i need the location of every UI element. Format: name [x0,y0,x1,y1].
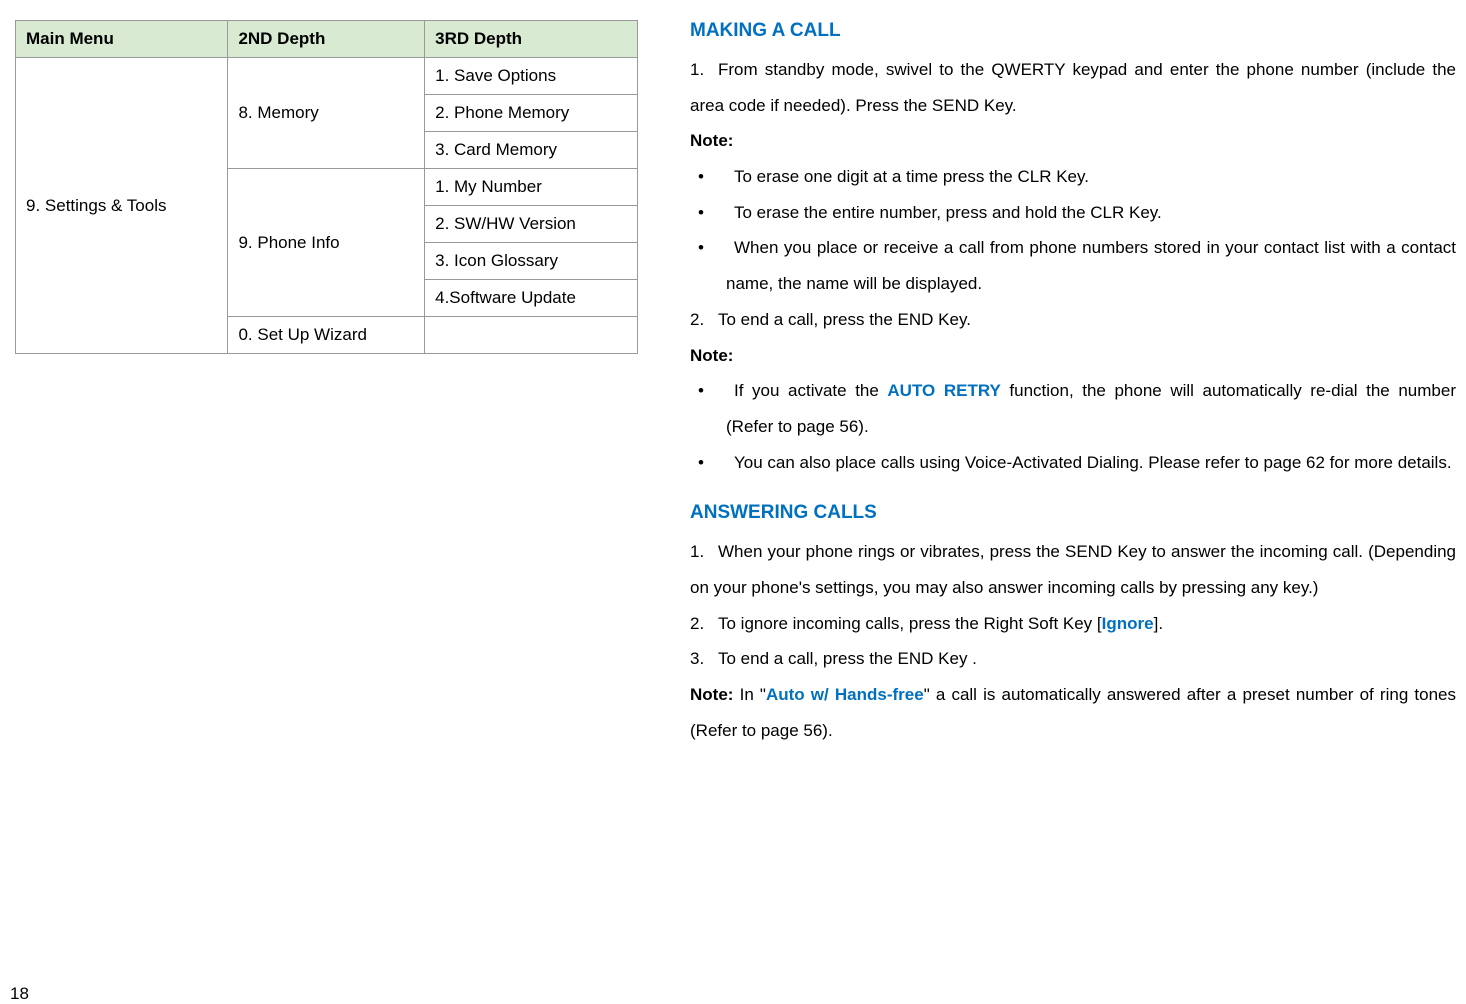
step-3: 3.To end a call, press the END Key . [690,641,1456,677]
cell-depth3 [425,317,638,354]
cell-depth2: 8. Memory [228,58,425,169]
note-label: Note: [690,338,1456,374]
step-text: To end a call, press the END Key. [718,310,971,329]
step-text: When your phone rings or vibrates, press… [690,542,1456,597]
heading-making-a-call: MAKING A CALL [690,20,1456,42]
th-main-menu: Main Menu [16,21,228,58]
step-2: 2.To ignore incoming calls, press the Ri… [690,606,1456,642]
table-row: 9. Settings & Tools 8. Memory 1. Save Op… [16,58,638,95]
table-header-row: Main Menu 2ND Depth 3RD Depth [16,21,638,58]
section-answering-calls: ANSWERING CALLS 1.When your phone rings … [690,502,1456,748]
step-text: To end a call, press the END Key . [718,649,977,668]
cell-depth3: 3. Card Memory [425,132,638,169]
left-column: Main Menu 2ND Depth 3RD Depth 9. Setting… [10,20,680,994]
step-text: To ignore incoming calls, press the Righ… [718,614,1163,633]
highlight-ignore: Ignore [1102,614,1154,633]
note-bullets-1: To erase one digit at a time press the C… [690,159,1456,302]
bullet-item: If you activate the AUTO RETRY function,… [690,373,1456,444]
step-1: 1.When your phone rings or vibrates, pre… [690,534,1456,605]
step-2: 2.To end a call, press the END Key. [690,302,1456,338]
step-number: 1. [690,534,718,570]
bullet-item: To erase one digit at a time press the C… [690,159,1456,195]
cell-depth3: 1. Save Options [425,58,638,95]
note-bullets-2: If you activate the AUTO RETRY function,… [690,373,1456,480]
menu-table: Main Menu 2ND Depth 3RD Depth 9. Setting… [15,20,638,354]
cell-depth3: 1. My Number [425,169,638,206]
cell-main-menu: 9. Settings & Tools [16,58,228,354]
note-paragraph: Note: In "Auto w/ Hands-free" a call is … [690,677,1456,748]
heading-answering-calls: ANSWERING CALLS [690,502,1456,524]
bullet-item: When you place or receive a call from ph… [690,230,1456,301]
step-number: 2. [690,606,718,642]
section-making-a-call: MAKING A CALL 1.From standby mode, swive… [690,20,1456,480]
th-2nd-depth: 2ND Depth [228,21,425,58]
th-3rd-depth: 3RD Depth [425,21,638,58]
cell-depth2: 0. Set Up Wizard [228,317,425,354]
step-number: 3. [690,641,718,677]
step-1: 1.From standby mode, swivel to the QWERT… [690,52,1456,123]
page-number: 18 [10,984,29,1004]
right-column: MAKING A CALL 1.From standby mode, swive… [680,20,1456,994]
bullet-item: To erase the entire number, press and ho… [690,195,1456,231]
highlight-auto-retry: AUTO RETRY [887,381,1000,400]
cell-depth3: 2. SW/HW Version [425,206,638,243]
note-label: Note: [690,123,1456,159]
cell-depth3: 2. Phone Memory [425,95,638,132]
step-number: 2. [690,302,718,338]
bullet-item: You can also place calls using Voice-Act… [690,445,1456,481]
cell-depth3: 4.Software Update [425,280,638,317]
step-number: 1. [690,52,718,88]
cell-depth2: 9. Phone Info [228,169,425,317]
cell-depth3: 3. Icon Glossary [425,243,638,280]
highlight-auto-handsfree: Auto w/ Hands-free [766,685,924,704]
step-text: From standby mode, swivel to the QWERTY … [690,60,1456,115]
